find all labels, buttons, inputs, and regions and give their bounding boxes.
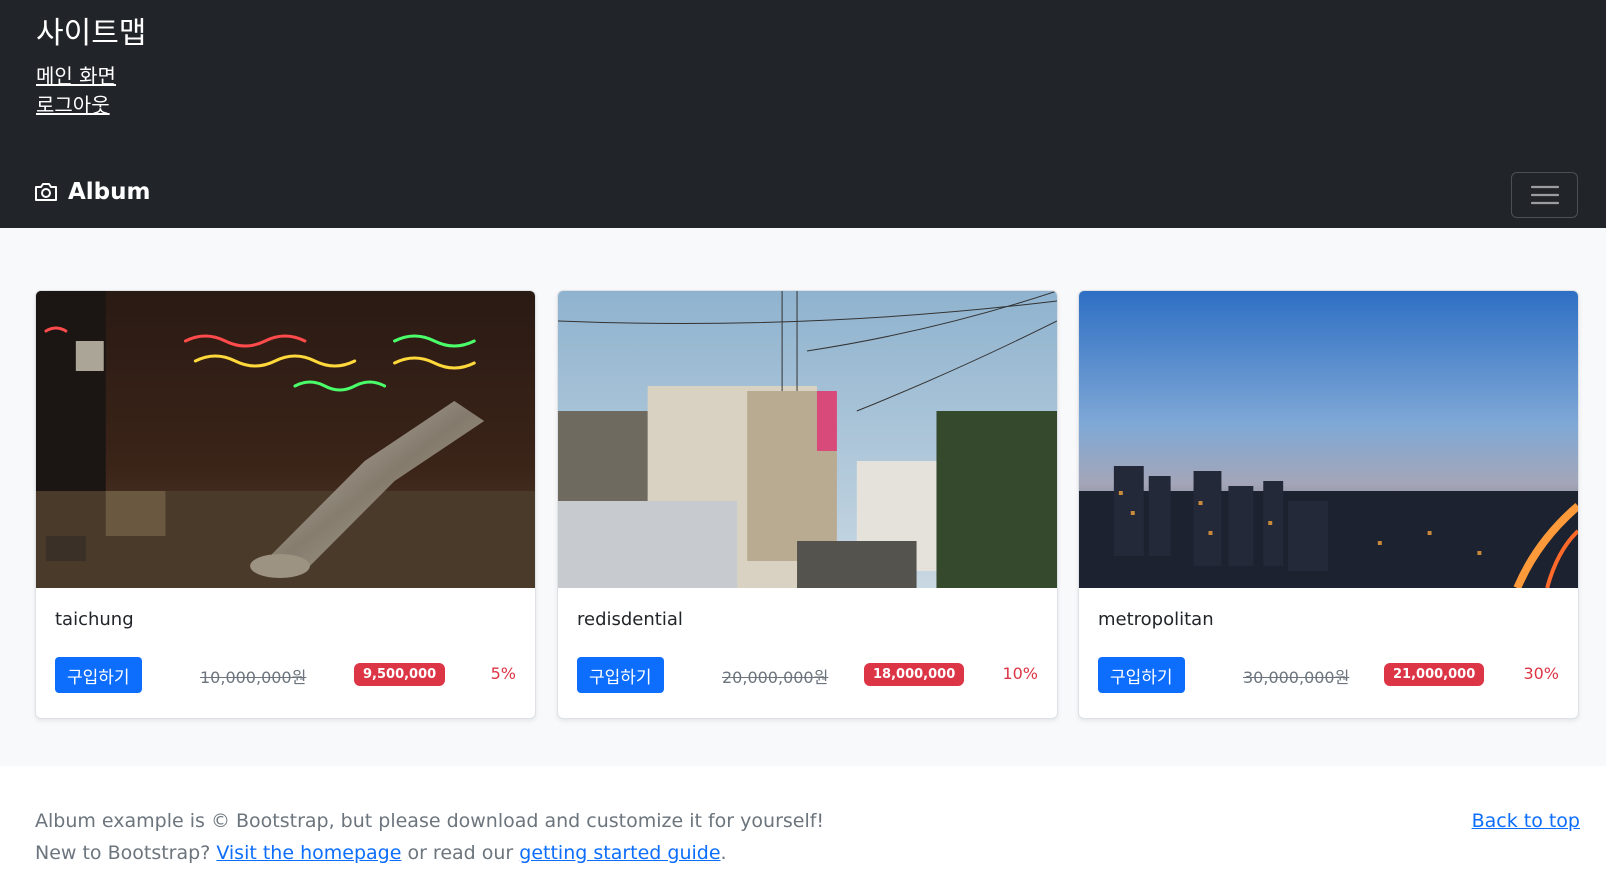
album-brand[interactable]: Album — [34, 179, 151, 205]
sale-price-badge: 18,000,000 — [864, 663, 965, 686]
original-price: 30,000,000원 — [1243, 668, 1350, 687]
card-image-redisdential — [558, 291, 1057, 588]
back-to-top-link[interactable]: Back to top — [1472, 810, 1580, 832]
discount-percent: 5% — [490, 664, 516, 683]
sale-price-badge: 21,000,000 — [1384, 663, 1485, 686]
discount-percent: 30% — [1523, 664, 1559, 683]
album-section: taichung 구입하기 10,000,000원 9,500,000 5% r… — [0, 228, 1606, 766]
product-card: taichung 구입하기 10,000,000원 9,500,000 5% — [35, 290, 536, 719]
card-image-metropolitan — [1079, 291, 1578, 588]
logout-link[interactable]: 로그아웃 — [36, 93, 110, 117]
discount-percent: 10% — [1002, 664, 1038, 683]
buy-button[interactable]: 구입하기 — [55, 657, 142, 693]
getting-started-link[interactable]: getting started guide — [519, 842, 720, 864]
navbar-toggler-button[interactable] — [1511, 172, 1578, 218]
sitemap-panel: 사이트맵 메인 화면 로그아웃 — [36, 14, 146, 120]
brand-label: Album — [68, 179, 151, 205]
sale-price-badge: 9,500,000 — [354, 663, 446, 686]
buy-button[interactable]: 구입하기 — [577, 657, 664, 693]
card-title: taichung — [55, 609, 134, 630]
card-title: redisdential — [577, 609, 683, 630]
buy-button[interactable]: 구입하기 — [1098, 657, 1185, 693]
homepage-link[interactable]: Visit the homepage — [216, 842, 401, 864]
camera-icon — [35, 183, 57, 201]
navbar: Album — [0, 172, 1606, 228]
footer-copyright: Album example is © Bootstrap, but please… — [35, 810, 825, 832]
main-screen-link[interactable]: 메인 화면 — [36, 64, 116, 88]
product-card: metropolitan 구입하기 30,000,000원 21,000,000… — [1078, 290, 1579, 719]
sitemap-links: 메인 화면 로그아웃 — [36, 62, 146, 120]
original-price: 20,000,000원 — [722, 668, 829, 687]
footer-help-line: New to Bootstrap? Visit the homepage or … — [35, 842, 727, 864]
original-price: 10,000,000원 — [200, 668, 307, 687]
site-header: 사이트맵 메인 화면 로그아웃 Album — [0, 0, 1606, 228]
card-image-taichung — [36, 291, 535, 588]
product-card: redisdential 구입하기 20,000,000원 18,000,000… — [557, 290, 1058, 719]
sitemap-title: 사이트맵 — [36, 16, 147, 51]
footer-prefix: New to Bootstrap? — [35, 842, 211, 864]
footer-suffix: . — [720, 842, 727, 864]
page-footer: Album example is © Bootstrap, but please… — [0, 766, 1606, 889]
hamburger-menu-icon — [1530, 185, 1559, 205]
footer-middle: or read our — [407, 842, 514, 864]
card-title: metropolitan — [1098, 609, 1214, 630]
